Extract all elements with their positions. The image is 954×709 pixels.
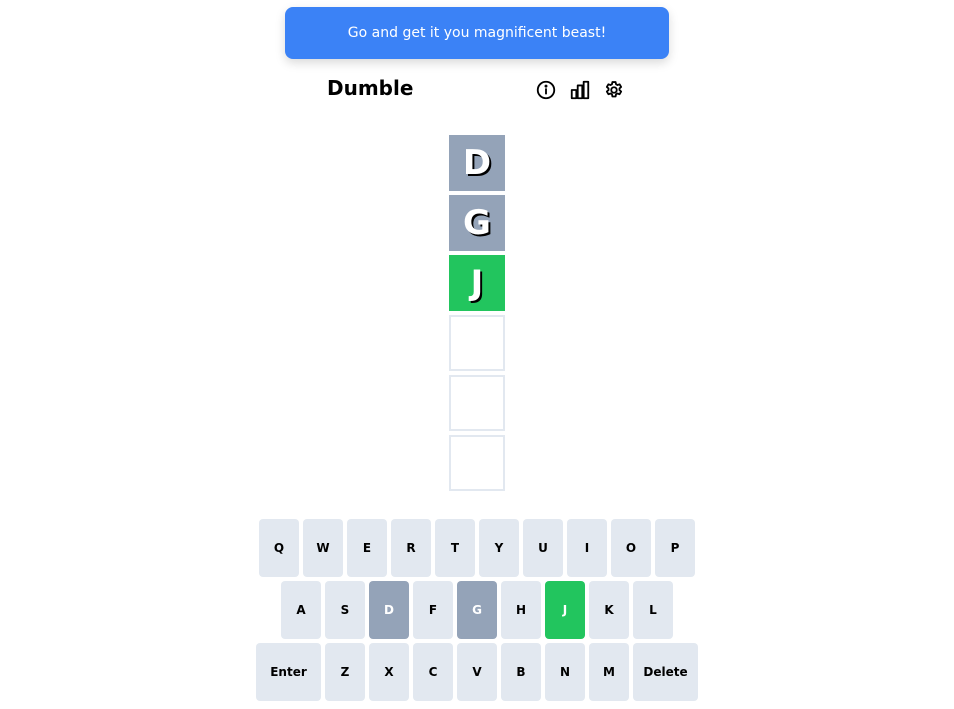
key-e[interactable]: E [347, 519, 387, 577]
key-m[interactable]: M [589, 643, 629, 701]
info-icon[interactable] [534, 78, 558, 102]
key-q[interactable]: Q [259, 519, 299, 577]
key-i[interactable]: I [567, 519, 607, 577]
guess-grid: DGJ [449, 135, 505, 491]
key-z[interactable]: Z [325, 643, 365, 701]
keyboard-row: ASDFGHJKL [0, 581, 954, 639]
key-h[interactable]: H [501, 581, 541, 639]
header-icons [534, 78, 626, 102]
key-l[interactable]: L [633, 581, 673, 639]
grid-cell [449, 315, 505, 371]
key-x[interactable]: X [369, 643, 409, 701]
settings-icon[interactable] [602, 78, 626, 102]
grid-cell: J [449, 255, 505, 311]
toast-notification: Go and get it you magnificent beast! [285, 7, 669, 59]
keyboard-row: Enter Z X C V B N M Delete [0, 643, 954, 701]
key-d[interactable]: D [369, 581, 409, 639]
key-c[interactable]: C [413, 643, 453, 701]
grid-cell: G [449, 195, 505, 251]
keyboard: QWERTYUIOP ASDFGHJKL Enter Z X C V B N M Delete [0, 519, 954, 705]
key-w[interactable]: W [303, 519, 343, 577]
keyboard-row: QWERTYUIOP [0, 519, 954, 577]
key-s[interactable]: S [325, 581, 365, 639]
key-u[interactable]: U [523, 519, 563, 577]
key-o[interactable]: O [611, 519, 651, 577]
page: Go and get it you magnificent beast! Dum… [0, 0, 954, 709]
key-j[interactable]: J [545, 581, 585, 639]
grid-cell [449, 435, 505, 491]
toast-message: Go and get it you magnificent beast! [347, 25, 607, 41]
key-p[interactable]: P [655, 519, 695, 577]
key-delete[interactable]: Delete [633, 643, 698, 701]
key-a[interactable]: A [281, 581, 321, 639]
key-k[interactable]: K [589, 581, 629, 639]
grid-cell [449, 375, 505, 431]
app-title: Dumble [327, 76, 414, 100]
key-enter[interactable]: Enter [256, 643, 321, 701]
grid-cell: D [449, 135, 505, 191]
key-v[interactable]: V [457, 643, 497, 701]
key-n[interactable]: N [545, 643, 585, 701]
key-y[interactable]: Y [479, 519, 519, 577]
stats-icon[interactable] [568, 78, 592, 102]
key-b[interactable]: B [501, 643, 541, 701]
key-t[interactable]: T [435, 519, 475, 577]
key-g[interactable]: G [457, 581, 497, 639]
key-f[interactable]: F [413, 581, 453, 639]
key-r[interactable]: R [391, 519, 431, 577]
